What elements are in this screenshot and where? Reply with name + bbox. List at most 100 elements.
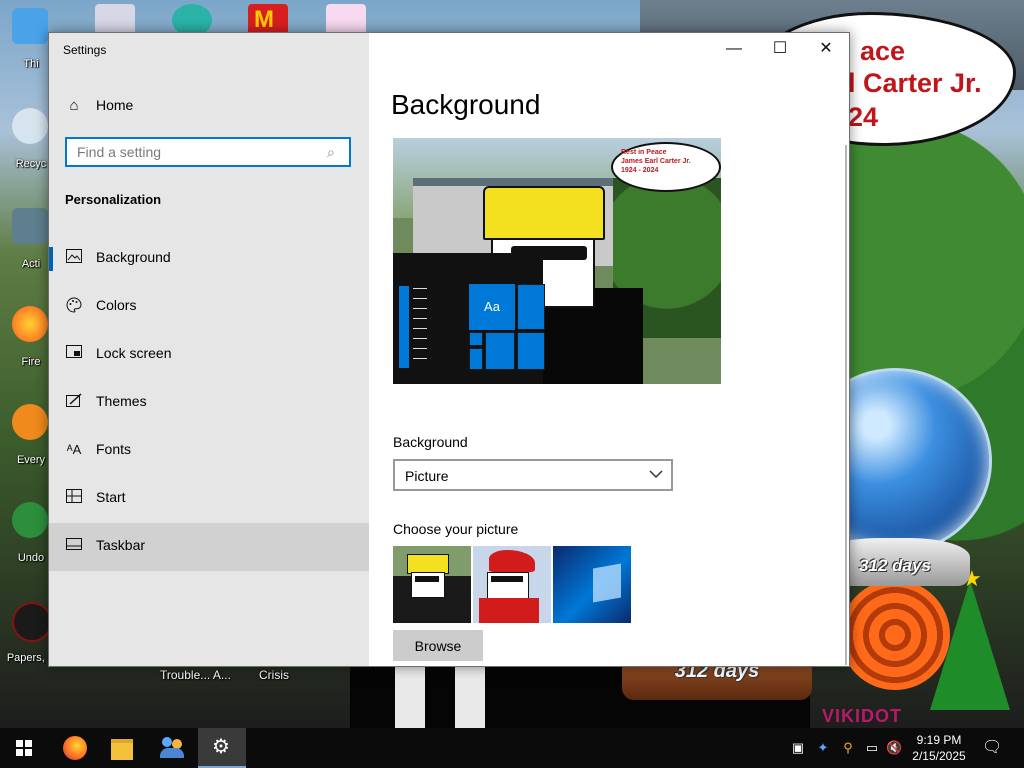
nav-fonts[interactable]: ᴬA Fonts [49,427,369,475]
lock-screen-icon [65,345,83,363]
network-icon[interactable]: ▭ [864,740,880,756]
scrollbar[interactable] [845,145,847,665]
home-icon: ⌂ [69,97,79,114]
nav-home[interactable]: ⌂ Home [49,83,369,131]
preview-menu-column [399,286,409,368]
brush-icon [65,393,83,411]
choose-picture-label: Choose your picture [393,521,519,537]
preview-tiles: Aa [469,284,545,370]
nav-start-label: Start [96,489,126,505]
minimize-button[interactable]: — [711,33,757,65]
nav-lock-screen[interactable]: Lock screen [49,331,369,379]
nav-start[interactable]: Start [49,475,369,523]
desktop-icon-label-trouble[interactable]: Trouble... A... [160,668,231,682]
maximize-button[interactable]: ☐ [757,33,803,65]
thumb-santa-hat [489,550,535,572]
bubble-line-2: l Carter Jr. [848,68,982,98]
thumb-glasses [415,576,439,582]
notification-icon[interactable]: 🗨 [982,740,1002,756]
settings-sidebar: Settings ⌂ Home ⌕ Personalization Backgr… [49,33,369,666]
preview-tile [469,348,483,370]
settings-window: Settings ⌂ Home ⌕ Personalization Backgr… [48,32,850,667]
nav-lock-screen-label: Lock screen [96,345,172,361]
taskbar-settings[interactable]: ⚙ [198,728,246,768]
volume-muted-icon[interactable]: 🔇 [886,740,902,756]
preview-tile [517,332,545,370]
tray-search-icon[interactable]: ⚲ [840,740,856,756]
undertale-icon [12,502,48,538]
preview-tile-aa: Aa [469,284,515,330]
search-input[interactable] [67,139,327,165]
taskbar: ⚙ ▣ ✦ ⚲ ▭ 🔇 9:19 PM 2/15/2025 🗨 [0,728,1024,768]
taskbar-file-explorer[interactable] [98,728,146,768]
background-dropdown-value: Picture [405,468,449,484]
activate-icon [12,208,48,244]
people-icon-body [160,748,184,758]
nav-background[interactable]: Background [49,235,369,283]
papers-please-icon [12,602,52,642]
bubble-line-1: ace [860,36,906,66]
wallpaper-stripe [455,665,485,728]
nav-colors[interactable]: Colors [49,283,369,331]
background-label: Background [393,434,468,450]
tray-app-icon[interactable]: ▣ [790,740,806,756]
desktop-icon-label-crisis[interactable]: Crisis [259,668,289,682]
preview-hat [483,186,605,240]
wallpaper-watermark: VIKIDOT [822,706,903,726]
firefox-icon [63,736,87,760]
selection-indicator [49,247,53,271]
christmas-tree-icon [930,580,1010,710]
people-icon [162,737,172,747]
tray-people-icon[interactable]: ✦ [815,740,831,756]
window-title: Settings [63,43,107,57]
recycle-bin-icon [12,108,48,144]
close-button[interactable]: ✕ [803,33,849,65]
everything-icon [12,404,48,440]
nav-themes[interactable]: Themes [49,379,369,427]
thumb-glasses [491,576,523,582]
fonts-icon: ᴬA [66,442,82,457]
preview-tile [517,284,545,330]
nav-fonts-label: Fonts [96,441,132,457]
preview-menu-lines [413,288,427,368]
nav-themes-label: Themes [96,393,147,409]
nav-colors-label: Colors [96,297,137,313]
start-icon [65,489,83,507]
this-pc-icon [12,8,48,44]
preview-bubble-text: Rest in Peace James Earl Carter Jr. 1924… [621,149,691,174]
thumb-shirt [479,598,539,623]
nav-home-label: Home [96,97,134,113]
settings-content: — ☐ ✕ Background Rest in Peace James Ear… [369,33,849,666]
folder-icon [111,739,133,760]
nav-taskbar[interactable]: Taskbar [49,523,369,571]
preview-tile [469,332,483,346]
taskbar-clock[interactable]: 9:19 PM 2/15/2025 [906,732,972,764]
thumb-hat [407,554,449,574]
chevron-down-icon [649,467,663,484]
windows-logo-icon [16,740,32,756]
firefox-icon [12,306,48,342]
start-button[interactable] [0,728,48,768]
background-preview: Rest in Peace James Earl Carter Jr. 1924… [393,138,721,384]
search-icon[interactable]: ⌕ [327,144,343,160]
taskbar-icon [65,537,83,555]
clock-date: 2/15/2025 [912,749,966,763]
bubble-line-3: 24 [848,102,879,132]
section-title: Personalization [65,192,162,207]
browse-button[interactable]: Browse [393,630,483,661]
page-title: Background [391,89,541,120]
picture-thumbnail-1[interactable] [393,546,471,623]
preview-tile [485,332,515,370]
wallpaper-stripe [395,665,425,728]
search-box[interactable]: ⌕ [65,137,351,167]
clock-time: 9:19 PM [916,733,962,747]
background-dropdown[interactable]: Picture [393,459,673,491]
picture-thumbnail-2[interactable] [473,546,551,623]
windows-logo-icon [593,563,621,603]
taskbar-firefox[interactable] [50,728,98,768]
nav-background-label: Background [96,249,171,265]
picture-icon [65,249,83,267]
taskbar-people[interactable] [148,728,196,768]
nav-taskbar-label: Taskbar [96,537,146,553]
picture-thumbnail-3[interactable] [553,546,631,623]
